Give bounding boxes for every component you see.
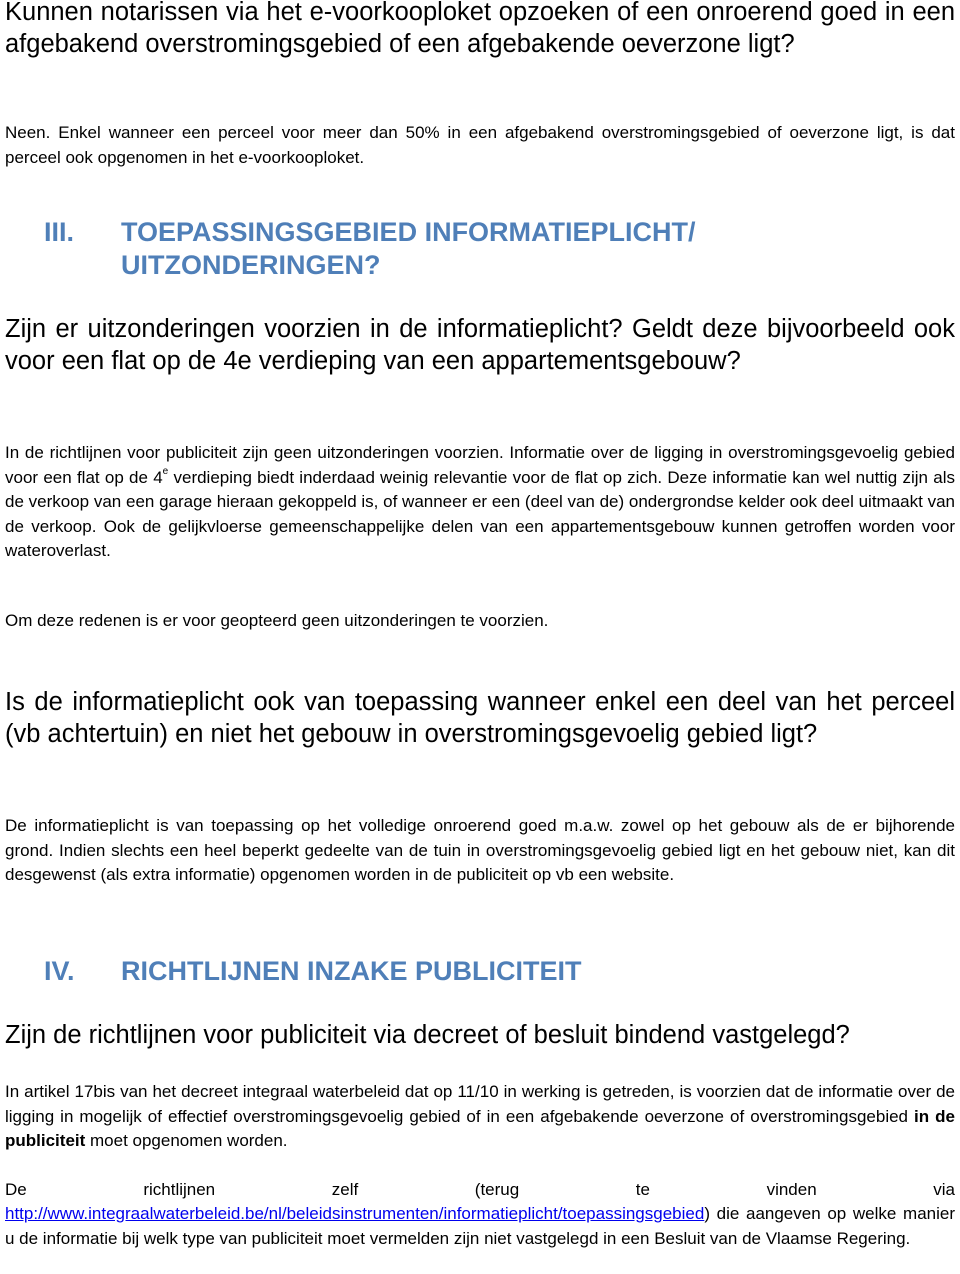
answer-uitzonderingen: In de richtlijnen voor publiciteit zijn … [5, 441, 955, 564]
section-heading-iii: III. TOEPASSINGSGEBIED INFORMATIEPLICHT/… [44, 217, 944, 287]
answer-richtlijnen-bindend: In artikel 17bis van het decreet integra… [5, 1080, 955, 1154]
answer-text: In artikel 17bis van het decreet integra… [5, 1082, 955, 1126]
question-uitzonderingen: Zijn er uitzonderingen voorzien in de in… [5, 315, 955, 375]
conclusion-uitzonderingen: Om deze redenen is er voor geopteerd gee… [5, 611, 549, 630]
section-number: III. [44, 217, 75, 247]
question-richtlijnen-bindend: Zijn de richtlijnen voor publiciteit via… [5, 1021, 850, 1049]
integraalwaterbeleid-link[interactable]: http://www.integraalwaterbeleid.be/nl/be… [5, 1204, 704, 1223]
question-deel-perceel: Is de informatieplicht ook van toepassin… [5, 688, 955, 748]
section-title: RICHTLIJNEN INZAKE PUBLICITEIT [121, 956, 582, 986]
section-title-line1: TOEPASSINGSGEBIED INFORMATIEPLICHT/ [121, 217, 696, 247]
answer-text: moet opgenomen worden. [85, 1131, 288, 1150]
section-number: IV. [44, 956, 75, 986]
section-heading-iv: IV. RICHTLIJNEN INZAKE PUBLICITEIT [44, 956, 944, 990]
answer-deel-perceel: De informatieplicht is van toepassing op… [5, 816, 955, 884]
richtlijnen-line1: De richtlijnen zelf (terug te vinden via [5, 1180, 955, 1199]
section-title-line2: UITZONDERINGEN? [121, 250, 381, 280]
question-e-voorkooploket: Kunnen notarissen via het e-voorkooploke… [5, 0, 955, 58]
answer-e-voorkooploket: Neen. Enkel wanneer een perceel voor mee… [5, 123, 955, 167]
richtlijnen-para: http://www.integraalwaterbeleid.be/nl/be… [5, 1202, 955, 1251]
